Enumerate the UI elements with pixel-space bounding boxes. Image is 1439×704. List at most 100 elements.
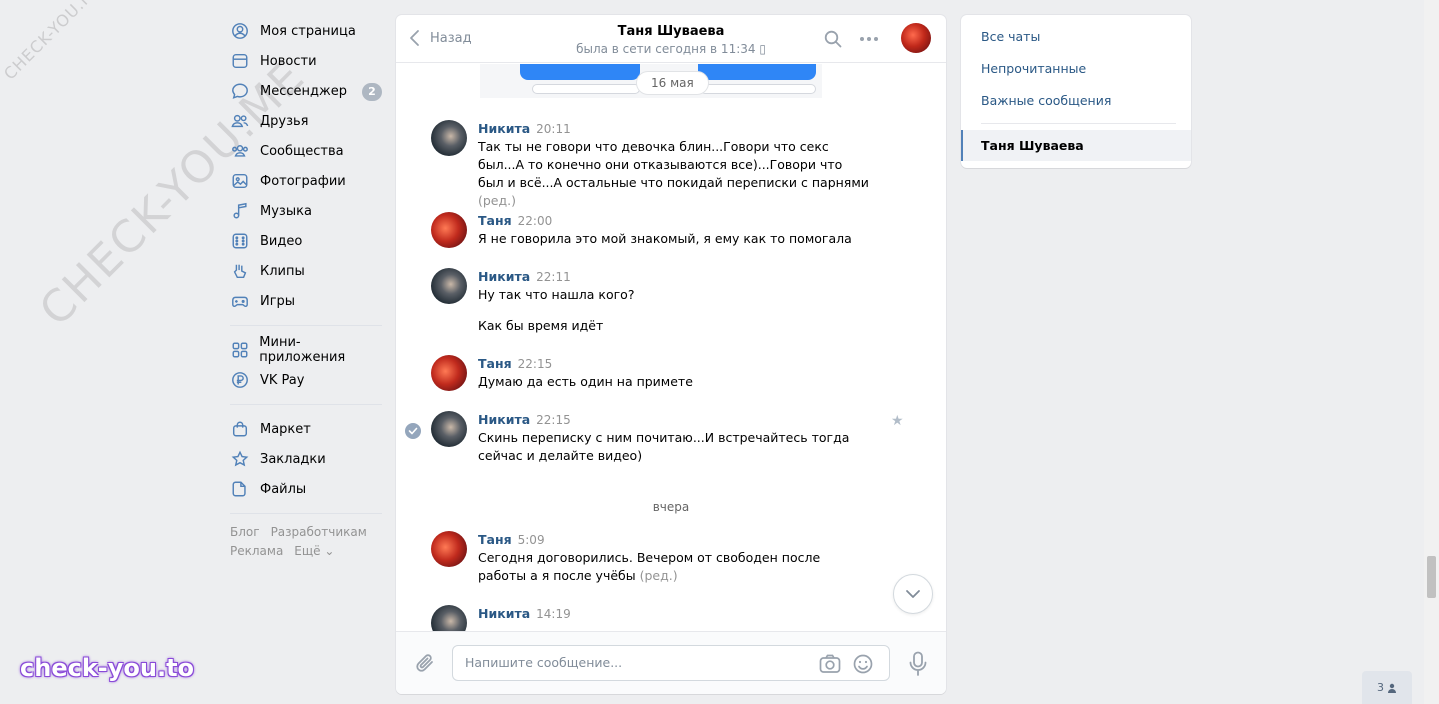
avatar[interactable] [431,355,467,391]
message-author[interactable]: Никита [478,606,530,621]
chat-panel: Назад Таня Шуваева была в сети сегодня в… [396,15,946,694]
avatar[interactable] [431,605,467,631]
paperclip-icon[interactable] [415,651,437,679]
footer-links: Блог Разработчикам Реклама Ещё ⌄ [230,523,382,561]
messenger-icon [230,81,250,101]
nav-label: Игры [260,293,296,309]
edited-label: (ред.) [639,568,678,583]
message-author[interactable]: Никита [478,269,530,284]
message-time[interactable]: 22:15 [536,413,571,427]
avatar[interactable] [431,268,467,304]
footer-link-blog[interactable]: Блог [230,525,260,539]
nav-item-my-page[interactable]: Моя страница [230,16,382,46]
counter-value: 3 [1377,681,1384,694]
menu-divider [981,123,1176,124]
nav-label: Маркет [260,421,311,437]
nav-item-friends[interactable]: Друзья [230,106,382,136]
scroll-down-button[interactable] [893,574,933,614]
message[interactable]: Никита 14:19 [431,605,871,631]
message-input[interactable] [465,655,805,670]
nav-item-vkpay[interactable]: VK Pay [230,365,382,395]
nav-item-communities[interactable]: Сообщества [230,136,382,166]
message-author[interactable]: Никита [478,121,530,136]
search-icon[interactable] [824,30,842,52]
message-time[interactable]: 14:19 [536,607,571,621]
avatar[interactable] [431,212,467,248]
star-icon[interactable]: ★ [891,413,904,429]
nav-item-mini-apps[interactable]: Мини-приложения [230,335,382,365]
nav-item-music[interactable]: Музыка [230,196,382,226]
chat-header: Назад Таня Шуваева была в сети сегодня в… [396,15,946,63]
chat-filter-menu: Все чаты Непрочитанные Важные сообщения … [961,15,1191,168]
nav-label: Моя страница [260,23,356,39]
avatar[interactable] [431,120,467,156]
date-pill: 16 мая [636,71,709,95]
nav-label: Музыка [260,203,312,219]
message-author[interactable]: Таня [478,213,512,228]
nav-item-messenger[interactable]: Мессенджер 2 [230,76,382,106]
message[interactable]: Таня 5:09 Сегодня договорились. Вечером о… [431,531,871,585]
chevron-down-icon [906,590,920,598]
nav-item-games[interactable]: Игры [230,286,382,316]
bookmarks-icon [230,449,250,469]
message-text: Ну так что нашла кого? [478,287,635,302]
message[interactable]: Таня 22:15 Думаю да есть один на примете [431,355,871,391]
footer-link-more[interactable]: Ещё ⌄ [294,544,334,558]
message-time[interactable]: 22:00 [518,214,553,228]
camera-icon[interactable] [819,654,841,678]
active-chat-item[interactable]: Таня Шуваева [961,130,1191,161]
message-history[interactable]: 16 мая Никита 20:11 Так ты не говори что … [396,64,946,631]
nav-item-news[interactable]: Новости [230,46,382,76]
nav-divider [230,513,382,514]
avatar[interactable] [431,531,467,567]
left-navigation: Моя страница Новости Мессенджер 2 Друзья… [230,16,382,561]
message-author[interactable]: Таня [478,356,512,371]
microphone-icon[interactable] [908,651,928,681]
footer-link-developers[interactable]: Разработчикам [271,525,367,539]
online-friends-counter[interactable]: 3 [1362,671,1412,704]
unread-badge: 2 [362,83,382,101]
nav-label: Сообщества [260,143,344,159]
message[interactable]: Никита 22:15 Скинь переписку с ним почита… [431,411,871,465]
more-options-icon[interactable] [860,37,878,41]
market-icon [230,419,250,439]
nav-item-market[interactable]: Маркет [230,414,382,444]
nav-item-files[interactable]: Файлы [230,474,382,504]
day-separator: вчера [652,500,690,514]
nav-item-clips[interactable]: Клипы [230,256,382,286]
message-text: Я не говорила это мой знакомый, я ему ка… [478,231,852,246]
scrollbar-thumb[interactable] [1427,556,1436,598]
avatar[interactable] [431,411,467,447]
message-time[interactable]: 22:15 [518,357,553,371]
friends-icon [230,111,250,131]
selected-check-icon[interactable] [405,423,421,439]
message-author[interactable]: Никита [478,412,530,427]
nav-label: Мессенджер [260,83,347,99]
message[interactable]: Таня 22:00 Я не говорила это мой знакомый… [431,212,871,248]
contact-avatar[interactable] [901,23,931,53]
message-text: Думаю да есть один на примете [478,374,693,389]
message[interactable]: Никита 22:11 Ну так что нашла кого? Как б… [431,268,871,335]
message-time[interactable]: 20:11 [536,122,571,136]
message-time[interactable]: 22:11 [536,270,571,284]
footer-link-ads[interactable]: Реклама [230,544,283,558]
nav-label: Клипы [260,263,305,279]
message-author[interactable]: Таня [478,532,512,547]
vkpay-icon [230,370,250,390]
news-icon [230,51,250,71]
nav-item-bookmarks[interactable]: Закладки [230,444,382,474]
filter-all-chats[interactable]: Все чаты [981,29,1040,44]
emoji-icon[interactable] [852,654,874,678]
message-input-box[interactable] [452,645,890,681]
nav-label: Видео [260,233,303,249]
filter-unread[interactable]: Непрочитанные [981,61,1086,76]
nav-item-photos[interactable]: Фотографии [230,166,382,196]
message-time[interactable]: 5:09 [518,533,545,547]
filter-important[interactable]: Важные сообщения [981,93,1111,108]
nav-item-video[interactable]: Видео [230,226,382,256]
music-icon [230,201,250,221]
message[interactable]: Никита 20:11 Так ты не говори что девочка… [431,120,871,210]
clips-icon [230,261,250,281]
photos-icon [230,171,250,191]
page-scrollbar[interactable] [1424,0,1439,704]
